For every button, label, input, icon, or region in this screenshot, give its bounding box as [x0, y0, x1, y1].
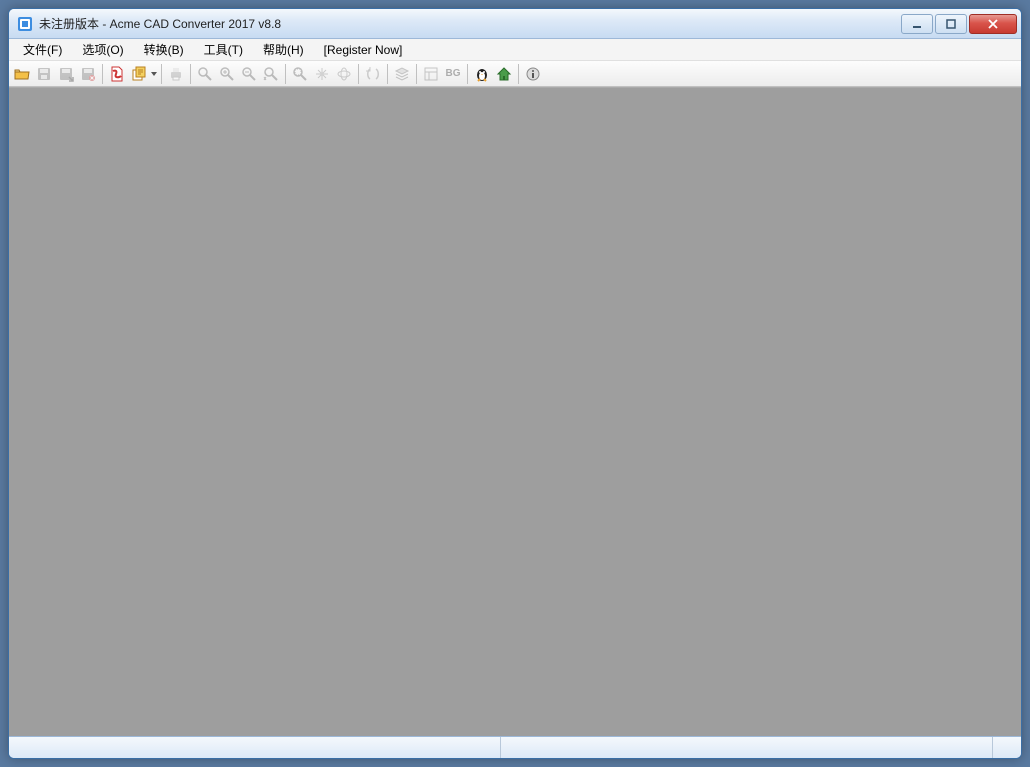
batch-icon — [131, 66, 147, 82]
save-icon — [36, 66, 52, 82]
print-icon — [168, 66, 184, 82]
zoom-in-button[interactable] — [216, 63, 238, 85]
view-3d-icon — [336, 66, 352, 82]
toolbar-separator — [518, 64, 519, 84]
layers-icon — [394, 66, 410, 82]
minimize-button[interactable] — [901, 14, 933, 34]
about-button[interactable] — [522, 63, 544, 85]
zoom-extents-button[interactable] — [289, 63, 311, 85]
toolbar-separator — [285, 64, 286, 84]
zoom-extents-icon — [292, 66, 308, 82]
toolbar-separator — [467, 64, 468, 84]
view-3d-button[interactable] — [333, 63, 355, 85]
home-icon — [496, 66, 512, 82]
pan-icon — [314, 66, 330, 82]
open-folder-icon — [14, 66, 30, 82]
titlebar[interactable]: 未注册版本 - Acme CAD Converter 2017 v8.8 — [9, 9, 1021, 39]
batch-dropdown[interactable] — [150, 72, 158, 76]
regen-button[interactable] — [362, 63, 384, 85]
status-segment-1 — [9, 737, 501, 758]
status-segment-2 — [501, 737, 993, 758]
zoom-icon — [197, 66, 213, 82]
pdf-button[interactable] — [106, 63, 128, 85]
print-button[interactable] — [165, 63, 187, 85]
zoom-in-icon — [219, 66, 235, 82]
zoom-out-icon — [241, 66, 257, 82]
menu-convert[interactable]: 转换(B) — [134, 39, 194, 60]
menu-file[interactable]: 文件(F) — [13, 39, 72, 60]
toolbar-separator — [416, 64, 417, 84]
app-icon — [17, 16, 33, 32]
menu-help[interactable]: 帮助(H) — [253, 39, 314, 60]
layout-icon — [423, 66, 439, 82]
zoom-button[interactable] — [194, 63, 216, 85]
save-button[interactable] — [33, 63, 55, 85]
content-area — [9, 87, 1021, 736]
close-file-button[interactable] — [77, 63, 99, 85]
toolbar: BG — [9, 61, 1021, 87]
close-file-icon — [80, 66, 96, 82]
save-as-icon — [58, 66, 74, 82]
layers-button[interactable] — [391, 63, 413, 85]
save-as-button[interactable] — [55, 63, 77, 85]
close-button[interactable] — [969, 14, 1017, 34]
statusbar — [9, 736, 1021, 758]
support-button[interactable] — [471, 63, 493, 85]
pdf-icon — [109, 66, 125, 82]
zoom-window-button[interactable] — [260, 63, 282, 85]
window-controls — [899, 14, 1017, 34]
toolbar-separator — [387, 64, 388, 84]
info-icon — [525, 66, 541, 82]
status-segment-3 — [993, 737, 1021, 758]
toolbar-separator — [102, 64, 103, 84]
batch-convert-button[interactable] — [128, 63, 150, 85]
home-button[interactable] — [493, 63, 515, 85]
penguin-icon — [474, 66, 490, 82]
menubar: 文件(F) 选项(O) 转换(B) 工具(T) 帮助(H) [Register … — [9, 39, 1021, 61]
bg-icon: BG — [446, 68, 461, 79]
menu-register[interactable]: [Register Now] — [314, 41, 413, 59]
pan-button[interactable] — [311, 63, 333, 85]
toolbar-separator — [358, 64, 359, 84]
open-button[interactable] — [11, 63, 33, 85]
background-button[interactable]: BG — [442, 63, 464, 85]
menu-tools[interactable]: 工具(T) — [194, 39, 253, 60]
application-window: 未注册版本 - Acme CAD Converter 2017 v8.8 文件(… — [8, 8, 1022, 759]
toolbar-separator — [190, 64, 191, 84]
zoom-out-button[interactable] — [238, 63, 260, 85]
regen-icon — [365, 66, 381, 82]
window-title: 未注册版本 - Acme CAD Converter 2017 v8.8 — [39, 15, 899, 32]
zoom-window-icon — [263, 66, 279, 82]
layout-button[interactable] — [420, 63, 442, 85]
menu-options[interactable]: 选项(O) — [72, 39, 133, 60]
maximize-button[interactable] — [935, 14, 967, 34]
toolbar-separator — [161, 64, 162, 84]
